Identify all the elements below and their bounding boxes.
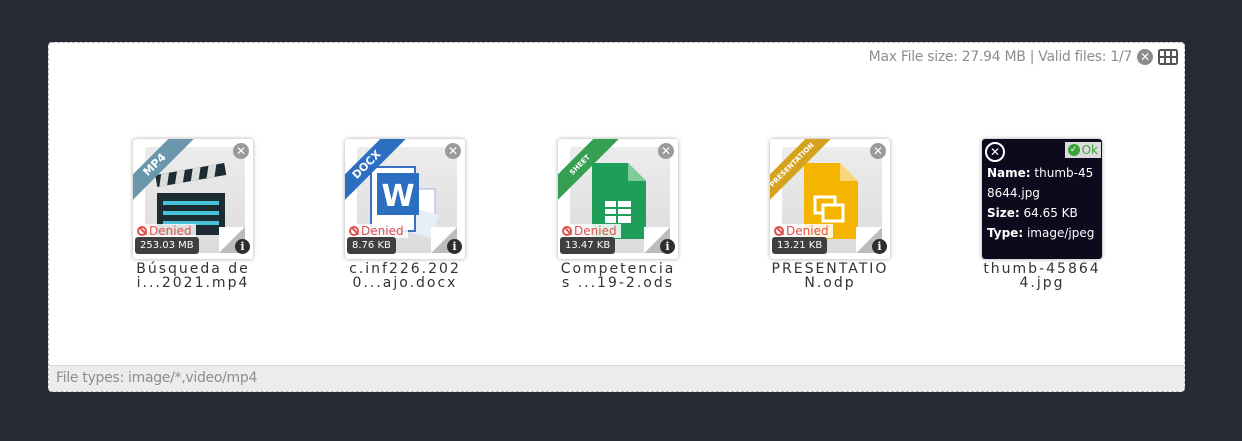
status-label: Ok <box>1081 143 1098 157</box>
info-icon[interactable]: i <box>660 239 675 254</box>
file-size-badge: 253.03 MB <box>135 237 199 254</box>
file-name: Competencias ...19-2.ods <box>560 261 676 291</box>
file-name: c.inf226.2020...ajo.docx <box>349 261 461 291</box>
file-name: PRESENTATION.odp <box>771 261 889 291</box>
detail-name: Name: thumb-458644.jpg <box>987 163 1099 203</box>
file-item: W DOCX ✕ Denied 8.76 KB i c.inf226.2020.… <box>345 139 465 290</box>
ban-icon <box>562 226 572 236</box>
file-item: SHEET ✕ Denied 13.47 KB i Competencias .… <box>558 139 678 290</box>
ban-icon <box>349 226 359 236</box>
ban-icon <box>137 226 147 236</box>
file-name: thumb-458644.jpg <box>983 261 1101 291</box>
file-types-footer: File types: image/*,video/mp4 <box>49 365 1184 391</box>
grid-view-icon[interactable] <box>1158 49 1178 65</box>
ban-icon <box>774 226 784 236</box>
status-label: Denied <box>786 224 829 238</box>
denied-status: Denied <box>560 224 621 238</box>
detail-size-label: Size: <box>987 206 1020 220</box>
file-thumbnail[interactable]: W DOCX ✕ Denied 8.76 KB i <box>345 139 465 259</box>
file-thumbnail[interactable]: ✕ ✓ Ok Name: thumb-458644.jpg Size: 64.6… <box>982 139 1102 259</box>
file-limits-status: Max File size: 27.94 MB | Valid files: 1… <box>868 49 1133 65</box>
detail-size: Size: 64.65 KB <box>987 203 1099 223</box>
clear-all-button[interactable]: ✕ <box>1137 49 1153 65</box>
file-size-badge: 13.21 KB <box>772 237 828 254</box>
remove-file-button[interactable]: ✕ <box>233 143 249 159</box>
status-label: Denied <box>574 224 617 238</box>
dropzone-header: Max File size: 27.94 MB | Valid files: 1… <box>869 47 1178 67</box>
file-details: Name: thumb-458644.jpg Size: 64.65 KB Ty… <box>987 163 1099 243</box>
check-icon: ✓ <box>1067 144 1080 156</box>
file-thumbnail[interactable]: PRESENTATION ✕ Denied 13.21 KB i <box>770 139 890 259</box>
ok-status: ✓ Ok <box>1064 142 1101 158</box>
remove-file-button[interactable]: ✕ <box>658 143 674 159</box>
denied-status: Denied <box>772 224 833 238</box>
file-thumbnail[interactable]: MP4 ✕ Denied 253.03 MB i <box>133 139 253 259</box>
info-icon[interactable]: i <box>235 239 250 254</box>
detail-type-value: image/jpeg <box>1026 226 1095 240</box>
detail-type: Type: image/jpeg <box>987 223 1099 243</box>
detail-name-label: Name: <box>987 166 1031 180</box>
denied-status: Denied <box>135 224 196 238</box>
remove-file-button[interactable]: ✕ <box>985 142 1005 162</box>
file-item: ✕ ✓ Ok Name: thumb-458644.jpg Size: 64.6… <box>982 139 1102 290</box>
file-item: PRESENTATION ✕ Denied 13.21 KB i PRESENT… <box>770 139 890 290</box>
svg-text:W: W <box>381 179 414 214</box>
status-label: Denied <box>149 224 192 238</box>
file-dropzone[interactable]: Max File size: 27.94 MB | Valid files: 1… <box>48 42 1185 392</box>
file-name: Búsqueda de i...2021.mp4 <box>136 261 250 291</box>
info-icon[interactable]: i <box>447 239 462 254</box>
file-size-badge: 8.76 KB <box>347 237 396 254</box>
remove-file-button[interactable]: ✕ <box>445 143 461 159</box>
file-size-badge: 13.47 KB <box>560 237 616 254</box>
remove-file-button[interactable]: ✕ <box>870 143 886 159</box>
detail-type-label: Type: <box>987 226 1024 240</box>
detail-size-value: 64.65 KB <box>1023 206 1078 220</box>
file-thumbnail[interactable]: SHEET ✕ Denied 13.47 KB i <box>558 139 678 259</box>
status-label: Denied <box>361 224 404 238</box>
denied-status: Denied <box>347 224 408 238</box>
file-item: MP4 ✕ Denied 253.03 MB i Búsqueda de i..… <box>133 139 253 290</box>
info-icon[interactable]: i <box>872 239 887 254</box>
